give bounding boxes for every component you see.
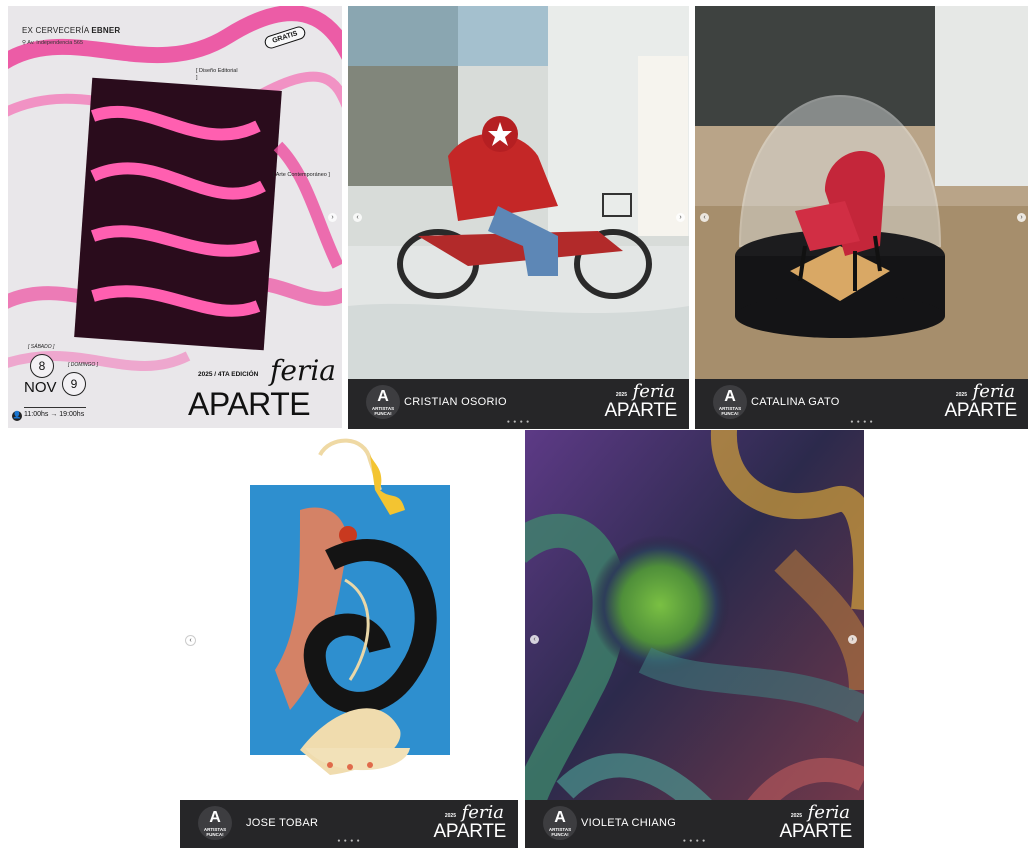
day-one: 8: [30, 354, 54, 378]
artist-banner: A ARTISTAS FUNCA! CRISTIAN OSORIO 2025 fe…: [348, 379, 689, 429]
venue-address: ⚲ Av. Independencia 565: [22, 40, 84, 46]
artist-name: CRISTIAN OSORIO: [404, 396, 507, 408]
artist-name: VIOLETA CHIANG: [581, 817, 677, 829]
sunday-label: [ DOMINGO ]: [68, 362, 98, 368]
next-arrow-icon[interactable]: ›: [848, 635, 857, 644]
artwork-post-tobar[interactable]: ‹ A ARTISTAS FUNCA! JOSE TOBAR 2025 feria…: [180, 430, 518, 848]
feria-wordmark: feria: [807, 802, 850, 823]
banner-year: 2025: [955, 392, 967, 398]
carousel-dots: ● ● ● ●: [850, 419, 874, 425]
month: NOV: [24, 379, 57, 396]
feria-wordmark: feria: [270, 354, 336, 387]
banner-year: 2025: [790, 813, 802, 819]
prev-arrow-icon[interactable]: ‹: [530, 635, 539, 644]
artwork-post-gato[interactable]: ‹ › A ARTISTAS FUNCA! CATALINA GATO 2025 …: [695, 6, 1028, 429]
hours: 11:00hs → 19:00hs: [24, 407, 86, 418]
artistas-logo: A ARTISTAS FUNCA!: [198, 806, 232, 840]
venue-name: EX CERVECERÍA EBNER: [22, 26, 121, 35]
prev-arrow-icon[interactable]: ‹: [700, 213, 709, 222]
banner-year: 2025: [615, 392, 627, 398]
user-icon[interactable]: 👤: [12, 411, 22, 421]
carousel-dots: ● ● ● ●: [337, 838, 361, 844]
feria-wordmark: feria: [461, 802, 504, 823]
artist-name: CATALINA GATO: [751, 396, 840, 408]
tag-design: [ Diseño Editorial ]: [196, 68, 238, 81]
chair-dome-photo: [695, 6, 1028, 429]
poster-post[interactable]: EX CERVECERÍA EBNER ⚲ Av. Independencia …: [8, 6, 342, 428]
prev-arrow-icon[interactable]: ‹: [353, 213, 362, 222]
next-arrow-icon[interactable]: ›: [1017, 213, 1026, 222]
pastel-abstract-artwork: [525, 430, 864, 848]
aparte-wordmark: APARTE: [188, 386, 311, 422]
aparte-wordmark: APARTE: [944, 400, 1018, 421]
aparte-wordmark: APARTE: [604, 400, 678, 421]
carousel-dots: ● ● ● ●: [506, 419, 531, 425]
saturday-label: [ SÁBADO ]: [28, 344, 55, 350]
next-arrow-icon[interactable]: ›: [328, 213, 337, 222]
blue-canvas-artwork: [180, 430, 518, 848]
next-arrow-icon[interactable]: ›: [676, 213, 685, 222]
artist-banner: A ARTISTAS FUNCA! VIOLETA CHIANG 2025 fer…: [525, 800, 864, 848]
artistas-logo: A ARTISTAS FUNCA!: [366, 385, 400, 419]
artistas-logo: A ARTISTAS FUNCA!: [713, 385, 747, 419]
feria-wordmark: feria: [632, 381, 675, 402]
artist-name: JOSE TOBAR: [246, 817, 319, 829]
edition: 2025 / 4TA EDICIÓN: [198, 371, 259, 378]
motorcycle-painting: [348, 6, 689, 429]
carousel-dots: ● ● ● ●: [682, 838, 707, 844]
artwork-post-chiang[interactable]: ‹ › A ARTISTAS FUNCA! VIOLETA CHIANG 2025…: [525, 430, 864, 848]
aparte-wordmark: APARTE: [433, 821, 507, 842]
aparte-wordmark: APARTE: [779, 821, 853, 842]
tag-art: [ Arte Contemporáneo ]: [273, 172, 330, 178]
artistas-logo: A ARTISTAS FUNCA!: [543, 806, 577, 840]
artwork-post-osorio[interactable]: ‹ › A ARTISTAS FUNCA! CRISTIAN OSORIO 202…: [348, 6, 689, 429]
prev-arrow-icon[interactable]: ‹: [185, 635, 196, 646]
pin-icon: ⚲: [22, 40, 27, 46]
day-two: 9: [62, 372, 86, 396]
feria-wordmark: feria: [972, 381, 1015, 402]
artist-banner: A ARTISTAS FUNCA! JOSE TOBAR 2025 feria A…: [180, 800, 518, 848]
banner-year: 2025: [444, 813, 456, 819]
artist-banner: A ARTISTAS FUNCA! CATALINA GATO 2025 feri…: [695, 379, 1028, 429]
